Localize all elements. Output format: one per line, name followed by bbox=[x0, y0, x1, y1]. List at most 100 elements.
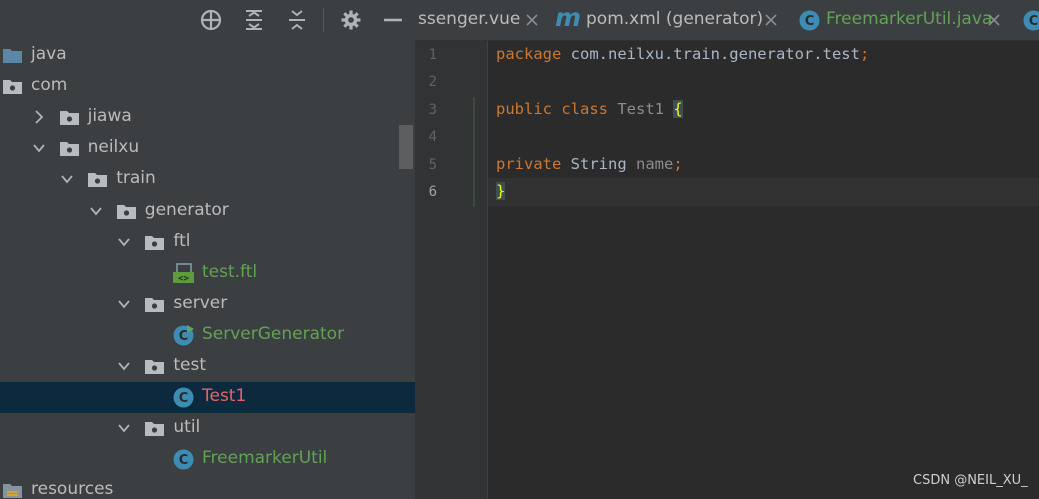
tree-item-label: server bbox=[173, 292, 228, 313]
line-number: 5 bbox=[428, 156, 437, 173]
tab-label: ssenger.vue bbox=[418, 9, 521, 29]
tree-item-label: FreemarkerUtil bbox=[202, 448, 328, 469]
tree-item-label: ServerGenerator bbox=[202, 323, 345, 344]
chevron-down-icon[interactable] bbox=[117, 359, 131, 373]
chevron-down-icon[interactable] bbox=[32, 141, 46, 155]
code-token: com.neilxu.train.generator.test bbox=[570, 45, 860, 63]
chevron-down-icon[interactable] bbox=[117, 235, 131, 249]
svg-text:C: C bbox=[179, 329, 189, 344]
hide-icon bbox=[384, 18, 402, 22]
code-line: package com.neilxu.train.generator.test; bbox=[496, 45, 869, 63]
svg-text:C: C bbox=[179, 453, 189, 468]
code-line: private String name; bbox=[496, 155, 683, 173]
svg-text:C: C bbox=[1029, 14, 1039, 29]
tree-item[interactable]: C ServerGenerator bbox=[0, 320, 415, 351]
chevron-right-icon[interactable] bbox=[32, 110, 46, 124]
tree-item[interactable]: generator bbox=[0, 196, 415, 227]
code-line: } bbox=[496, 182, 506, 200]
package-icon bbox=[59, 142, 79, 157]
tree-item-label: ftl bbox=[173, 230, 191, 251]
tree-item[interactable]: com bbox=[0, 71, 415, 102]
maven-icon: m bbox=[555, 3, 582, 32]
select-opened-file-button[interactable] bbox=[198, 7, 224, 33]
crosshair-icon bbox=[200, 9, 222, 31]
tab-freemarkerutil-java[interactable]: C FreemarkerUtil.java bbox=[791, 0, 1015, 40]
class-icon: C bbox=[173, 449, 194, 470]
package-icon bbox=[3, 80, 22, 95]
package-icon bbox=[59, 111, 79, 126]
close-icon[interactable] bbox=[987, 13, 1001, 27]
collapse-all-button[interactable] bbox=[284, 7, 310, 33]
code-token: ; bbox=[859, 45, 870, 63]
editor-tab-bar: ssenger.vue m pom.xml (generator) C Free… bbox=[415, 0, 1039, 41]
package-icon bbox=[88, 173, 108, 188]
close-icon[interactable] bbox=[764, 13, 778, 27]
package-icon bbox=[145, 235, 165, 250]
code-editor[interactable]: 1 2 3 4 5 6 package com.neilxu.train.generato… bbox=[415, 41, 1039, 499]
code-token: package bbox=[496, 45, 571, 63]
line-number: 6 bbox=[428, 184, 437, 200]
tree-item[interactable]: C Test1 bbox=[0, 382, 415, 414]
tree-item-label: generator bbox=[144, 199, 229, 220]
project-toolbar bbox=[0, 0, 415, 40]
line-number: 4 bbox=[428, 129, 437, 146]
tree-item[interactable]: neilxu bbox=[0, 133, 415, 164]
package-icon bbox=[145, 297, 165, 312]
line-number: 2 bbox=[428, 74, 437, 91]
chevron-down-icon[interactable] bbox=[89, 204, 103, 218]
code-token: { bbox=[673, 99, 683, 118]
runnable-class-icon: C bbox=[173, 324, 194, 346]
settings-button[interactable] bbox=[338, 7, 364, 33]
chevron-down-icon[interactable] bbox=[117, 297, 131, 311]
resources-folder-icon bbox=[3, 484, 22, 499]
tree-item[interactable]: test bbox=[0, 351, 415, 382]
tree-item[interactable]: <> test.ftl bbox=[0, 258, 415, 289]
close-icon[interactable] bbox=[525, 13, 539, 27]
chevron-down-icon[interactable] bbox=[60, 172, 74, 186]
tree-item[interactable]: server bbox=[0, 289, 415, 320]
tree-scrollbar-thumb[interactable] bbox=[399, 125, 413, 169]
code-token: public bbox=[496, 99, 562, 118]
tree-item[interactable]: train bbox=[0, 164, 415, 195]
tab-overflow[interactable]: C bbox=[1015, 0, 1039, 40]
expand-all-button[interactable] bbox=[241, 7, 267, 33]
class-icon: C bbox=[799, 10, 820, 31]
tree-item-label: jiawa bbox=[87, 106, 132, 127]
tree-item-label: train bbox=[116, 168, 156, 189]
gutter-divider bbox=[487, 41, 488, 499]
tree-item-label: neilxu bbox=[87, 137, 140, 158]
line-number: 1 bbox=[428, 47, 437, 63]
tree-item-label: test bbox=[173, 355, 207, 375]
watermark: CSDN @NEIL_XU_ bbox=[913, 473, 1028, 488]
line-number: 3 bbox=[428, 101, 437, 118]
tab-pom-xml[interactable]: m pom.xml (generator) bbox=[551, 0, 791, 40]
tree-item[interactable]: ftl bbox=[0, 227, 415, 258]
package-icon bbox=[116, 204, 136, 219]
tree-item[interactable]: resources bbox=[0, 475, 415, 499]
tab-label: FreemarkerUtil.java bbox=[826, 9, 993, 29]
package-icon bbox=[145, 422, 165, 437]
vcs-change-marker[interactable] bbox=[473, 97, 475, 207]
class-icon: C bbox=[1023, 10, 1039, 31]
code-token: private bbox=[496, 154, 571, 173]
tree-item[interactable]: jiawa bbox=[0, 102, 415, 133]
expand-all-icon bbox=[246, 10, 262, 30]
code-token: class bbox=[561, 99, 618, 118]
tree-item-label: util bbox=[173, 417, 201, 438]
code-token: Test1 bbox=[617, 99, 674, 118]
toolbar-separator bbox=[323, 8, 324, 32]
class-icon: C bbox=[173, 387, 194, 408]
code-token: String bbox=[570, 154, 636, 173]
hide-panel-button[interactable] bbox=[380, 7, 406, 33]
tab-messenger-vue[interactable]: ssenger.vue bbox=[415, 0, 551, 40]
code-token: } bbox=[496, 182, 506, 200]
source-folder-icon bbox=[3, 49, 22, 63]
tree-item-label: resources bbox=[31, 479, 114, 499]
tab-label: pom.xml (generator) bbox=[586, 9, 764, 29]
tree-item[interactable]: util bbox=[0, 413, 415, 444]
tree-item[interactable]: C FreemarkerUtil bbox=[0, 444, 415, 475]
collapse-all-icon bbox=[289, 10, 305, 30]
chevron-down-icon[interactable] bbox=[117, 421, 131, 435]
tree-item-label: test.ftl bbox=[202, 261, 258, 282]
tree-item[interactable]: java bbox=[0, 40, 415, 71]
